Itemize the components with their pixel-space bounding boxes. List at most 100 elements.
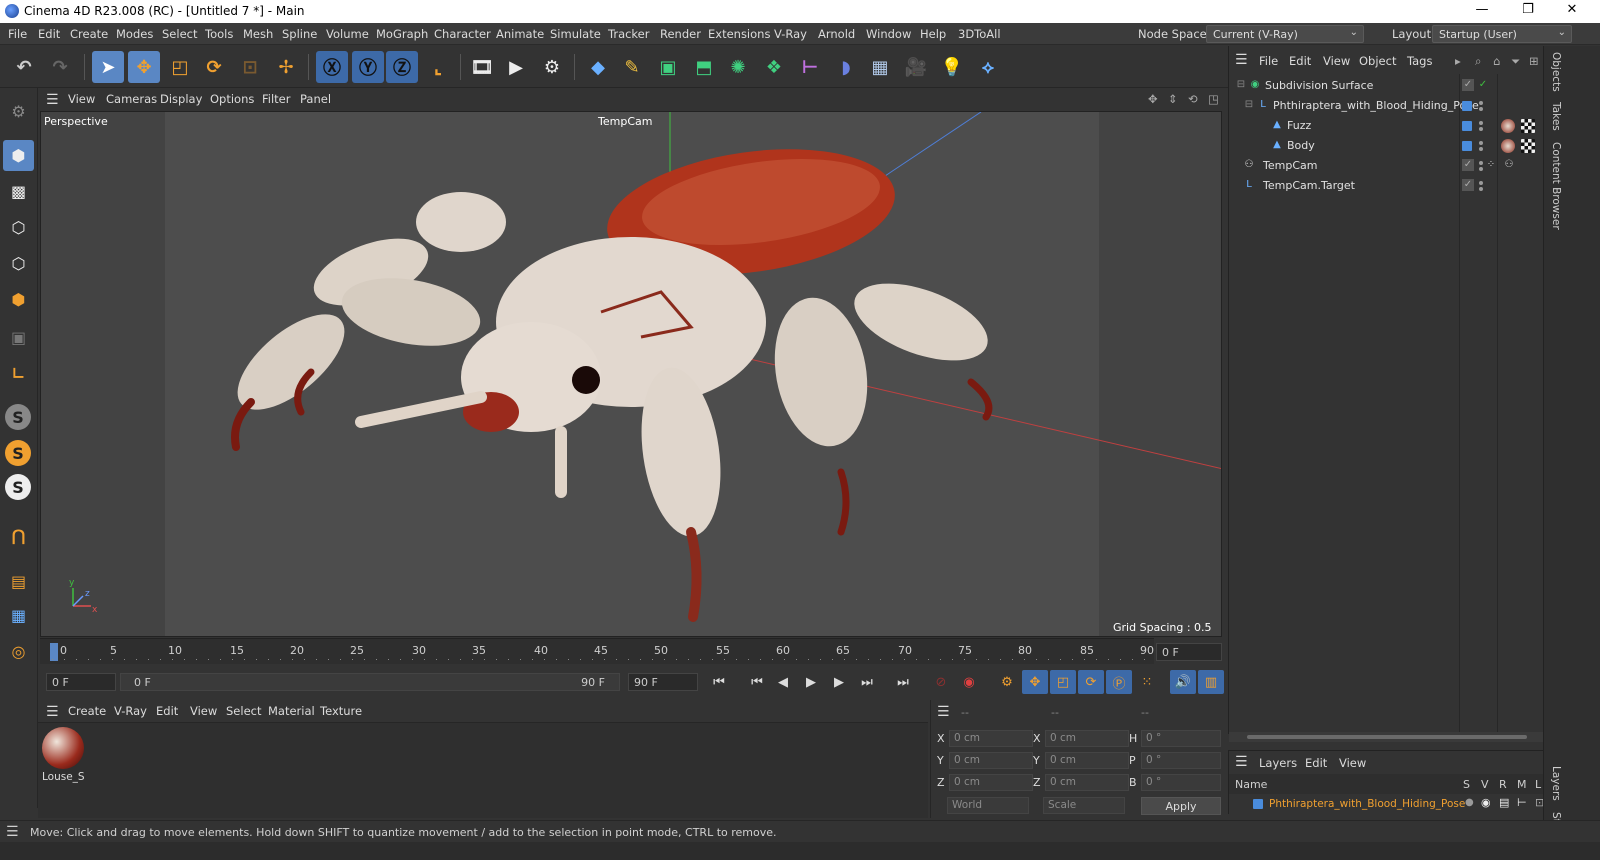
size-x-field[interactable]: 0 cm [1045,730,1129,747]
scrollbar-thumb[interactable] [1247,735,1527,739]
layers-menu-edit[interactable]: Edit [1305,756,1327,770]
keyframe-selection-icon[interactable]: ⚙ [994,670,1020,694]
filter-icon[interactable]: ⏷ [1511,54,1520,69]
apply-button[interactable]: Apply [1141,797,1221,815]
material-menu-edit[interactable]: Edit [156,704,178,718]
light-icon[interactable]: 💡 [936,51,968,83]
coord-system-select[interactable]: World [947,797,1029,814]
sound-icon[interactable]: 🔊 [1170,670,1196,694]
menu-3dtoall[interactable]: 3DToAll [958,27,1001,41]
menu-select[interactable]: Select [162,27,197,41]
new-manager-icon[interactable]: ⊞ [1529,54,1539,68]
mograph-cloner-icon[interactable]: ✺ [722,51,754,83]
material-swatch-louse[interactable] [42,727,84,769]
hamburger-icon[interactable]: ☰ [46,704,59,720]
planar-workplane-icon[interactable]: ◎ [3,636,34,667]
minimize-button[interactable]: — [1462,2,1502,20]
solo-dot-icon[interactable]: ● [1465,797,1474,808]
menu-create[interactable]: Create [70,27,108,41]
render-visibility-dot[interactable] [1479,167,1483,171]
edge-mode-icon[interactable]: ⬡ [3,248,34,279]
floor-environment-icon[interactable]: ▦ [864,51,896,83]
layer-color-swatch[interactable] [1253,799,1263,809]
position-y-field[interactable]: 0 cm [949,752,1033,769]
tree-row-phthiraptera[interactable]: ⊟ L Phthiraptera_with_Blood_Hiding_Pose [1229,96,1544,116]
menu-vray[interactable]: V-Ray [774,27,807,41]
texture-mode-icon[interactable]: ▩ [3,176,34,207]
end-frame-field[interactable]: 90 F [628,673,698,691]
maximize-view-icon[interactable]: ◳ [1208,92,1219,106]
objects-menu-file[interactable]: File [1259,54,1278,68]
tree-row-tempcam[interactable]: ⚇ TempCam ✓ ⁘ ⚇ [1229,156,1544,176]
snap-settings-icon[interactable]: S [5,440,31,466]
texture-tag-icon[interactable] [1521,139,1535,153]
render-settings-icon[interactable]: ⚙ [536,51,568,83]
tree-row-fuzz[interactable]: ▲ Fuzz [1229,116,1544,136]
layers-menu-layers[interactable]: Layers [1259,756,1297,770]
render-clapper-icon[interactable]: ▤ [1499,796,1509,809]
home-icon[interactable]: ⌂ [1493,54,1500,68]
render-view-icon[interactable]: 🎞 [466,51,498,83]
menu-help[interactable]: Help [920,27,946,41]
prev-frame-icon[interactable]: ◀ [770,670,796,694]
layer-color-swatch[interactable] [1462,141,1472,151]
render-visibility-dot[interactable] [1479,107,1483,111]
key-rotation-icon[interactable]: ⟳ [1078,670,1104,694]
key-scale-icon[interactable]: ◰ [1050,670,1076,694]
current-frame-field[interactable]: 0 F [1156,643,1222,661]
orbit-view-icon[interactable]: ⟲ [1188,92,1198,106]
start-frame-field[interactable]: 0 F [46,673,116,691]
viewport-menu-filter[interactable]: Filter [262,92,290,106]
make-editable-icon[interactable]: ⚙ [3,96,34,127]
size-y-field[interactable]: 0 cm [1045,752,1129,769]
y-axis-lock-icon[interactable]: Ⓨ [352,51,384,83]
material-tag-icon[interactable] [1501,139,1515,153]
redo-icon[interactable]: ↷ [44,51,76,83]
frame-range-slider[interactable]: 0 F 90 F [120,673,620,691]
prev-key-icon[interactable]: ⏮ [744,670,770,694]
objects-menu-object[interactable]: Object [1359,54,1396,68]
zoom-view-icon[interactable]: ⇕ [1168,92,1178,106]
workplane-icon[interactable]: ▤ [3,566,34,597]
editor-visibility-dot[interactable] [1479,101,1483,105]
enabled-check-icon[interactable]: ✓ [1477,79,1489,91]
editor-visibility-dot[interactable] [1479,161,1483,165]
tab-takes[interactable]: Takes [1550,102,1562,131]
render-visibility-dot[interactable] [1479,127,1483,131]
hamburger-icon[interactable]: ☰ [46,92,59,108]
transform-tool-icon[interactable]: ✢ [270,51,302,83]
tree-row-body[interactable]: ▲ Body [1229,136,1544,156]
size-z-field[interactable]: 0 cm [1045,774,1129,791]
render-visibility-dot[interactable] [1479,147,1483,151]
subdivision-surface-icon[interactable]: ▣ [652,51,684,83]
deformer-icon[interactable]: ⊢ [794,51,826,83]
editor-visibility-dot[interactable] [1479,121,1483,125]
field-icon[interactable]: ◗ [830,51,862,83]
position-z-field[interactable]: 0 cm [949,774,1033,791]
goto-start-icon[interactable]: ⏮ [706,670,732,694]
layout-select[interactable]: Startup (User) ⌄ [1432,25,1572,43]
horizontal-scrollbar[interactable] [1229,732,1544,742]
collapse-icon[interactable]: ⊟ [1243,99,1255,111]
menu-file[interactable]: File [8,27,27,41]
viewport-menu-cameras[interactable]: Cameras [106,92,157,106]
goto-end-icon[interactable]: ⏭ [890,670,916,694]
point-mode-icon[interactable]: ⬡ [3,212,34,243]
cube-primitive-icon[interactable]: ◆ [582,51,614,83]
menu-modes[interactable]: Modes [116,27,153,41]
timeline-ruler[interactable]: 0 5 10 15 20 25 30 35 40 45 50 55 60 65 … [40,638,1154,664]
tab-objects[interactable]: Objects [1550,52,1562,92]
hamburger-icon[interactable]: ☰ [6,824,19,840]
timeline-layout-icon[interactable]: ▥ [1198,670,1224,694]
rotation-p-field[interactable]: 0 ° [1141,752,1221,769]
move-tool-icon[interactable]: ✥ [128,51,160,83]
viewport-menu-view[interactable]: View [68,92,95,106]
menu-tools[interactable]: Tools [205,27,233,41]
undo-icon[interactable]: ↶ [8,51,40,83]
x-axis-lock-icon[interactable]: Ⓧ [316,51,348,83]
menu-mograph[interactable]: MoGraph [376,27,428,41]
coordinate-system-icon[interactable]: ⌞ [422,51,454,83]
menu-volume[interactable]: Volume [326,27,369,41]
protection-tag-icon[interactable]: ⚇ [1503,159,1515,171]
layer-color-swatch[interactable] [1462,101,1472,111]
